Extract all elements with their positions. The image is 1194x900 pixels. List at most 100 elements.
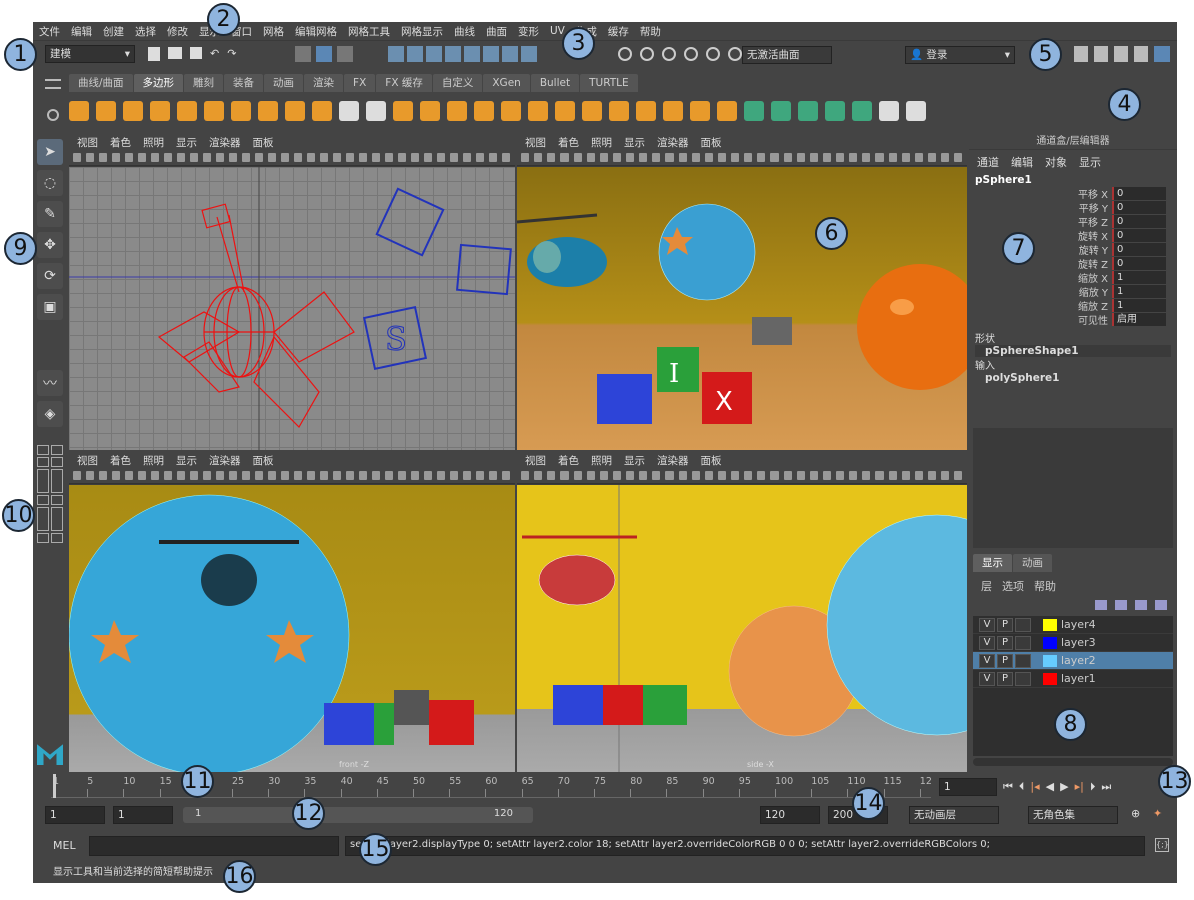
shelf-tool-28-icon[interactable] bbox=[825, 101, 845, 121]
input-node[interactable]: polySphere1 bbox=[969, 372, 1177, 384]
anim-layer-selector[interactable]: 无动画层 bbox=[909, 806, 999, 824]
attribute-value[interactable]: 1 bbox=[1112, 298, 1166, 312]
viewport-tool-18-icon[interactable] bbox=[757, 153, 766, 162]
shelf-tool-26-icon[interactable] bbox=[771, 101, 791, 121]
shelf-settings-icon[interactable] bbox=[47, 109, 59, 121]
shelf-tool-2-icon[interactable] bbox=[123, 101, 143, 121]
sculpt-brush-icon[interactable]: 〰 bbox=[37, 370, 63, 396]
attribute-row[interactable]: 旋转 X 0 bbox=[969, 228, 1177, 243]
viewport-tool-15-icon[interactable] bbox=[268, 471, 276, 480]
attribute-row[interactable]: 平移 Y 0 bbox=[969, 200, 1177, 215]
new-layer-selected-icon[interactable] bbox=[1155, 600, 1167, 610]
viewport-tool-21-icon[interactable] bbox=[796, 153, 805, 162]
layout-four-icon[interactable] bbox=[51, 445, 63, 455]
viewport-tool-9-icon[interactable] bbox=[190, 153, 198, 162]
layer-row[interactable]: V Player2 bbox=[973, 652, 1173, 670]
viewport-tool-6-icon[interactable] bbox=[151, 471, 159, 480]
viewport-tool-14-icon[interactable] bbox=[704, 471, 713, 480]
viewport-tool-30-icon[interactable] bbox=[463, 471, 471, 480]
open-scene-icon[interactable] bbox=[168, 47, 182, 59]
attribute-value[interactable]: 0 bbox=[1112, 242, 1166, 256]
viewport-tool-26-icon[interactable] bbox=[862, 471, 871, 480]
viewport-tool-7-icon[interactable] bbox=[612, 471, 621, 480]
viewport-tool-16-icon[interactable] bbox=[281, 153, 289, 162]
layer-visibility-toggle[interactable]: V bbox=[979, 635, 995, 650]
viewport-tool-29-icon[interactable] bbox=[901, 153, 910, 162]
step-forward-frame-icon[interactable]: ▸| bbox=[1075, 780, 1084, 794]
viewport-tool-17-icon[interactable] bbox=[744, 471, 753, 480]
viewport-side[interactable]: 视图 着色 照明 显示 渲染器 面板 side -X bbox=[517, 452, 967, 772]
viewport-tool-12-icon[interactable] bbox=[229, 471, 237, 480]
viewport-tool-4-icon[interactable] bbox=[573, 471, 582, 480]
viewport-tool-16-icon[interactable] bbox=[731, 471, 740, 480]
viewport-tool-27-icon[interactable] bbox=[424, 471, 432, 480]
viewport-tool-21-icon[interactable] bbox=[796, 471, 805, 480]
viewport-tool-1-icon[interactable] bbox=[534, 471, 543, 480]
viewport-tool-24-icon[interactable] bbox=[385, 153, 393, 162]
viewport-tool-10-icon[interactable] bbox=[203, 471, 211, 480]
attribute-value[interactable]: 0 bbox=[1112, 256, 1166, 270]
layout-graph-icon[interactable] bbox=[51, 469, 63, 493]
viewport-tool-33-icon[interactable] bbox=[502, 153, 510, 162]
viewport-tool-11-icon[interactable] bbox=[665, 153, 674, 162]
layer-type-toggle[interactable] bbox=[1015, 635, 1031, 650]
viewport-tool-10-icon[interactable] bbox=[652, 471, 661, 480]
shelf-tool-0-icon[interactable] bbox=[69, 101, 89, 121]
shelf-tool-10-icon[interactable] bbox=[339, 101, 359, 121]
step-back-frame-icon[interactable]: |◂ bbox=[1030, 780, 1039, 794]
menu-item-12[interactable]: 曲面 bbox=[486, 24, 507, 39]
viewport-tool-11-icon[interactable] bbox=[665, 471, 674, 480]
viewport-side-canvas[interactable]: side -X bbox=[517, 485, 967, 772]
viewport-tool-1-icon[interactable] bbox=[86, 471, 94, 480]
viewport-tool-30-icon[interactable] bbox=[914, 471, 923, 480]
viewport-tool-19-icon[interactable] bbox=[320, 153, 328, 162]
viewport-menu-item-1[interactable]: 着色 bbox=[110, 135, 131, 150]
viewport-tool-21-icon[interactable] bbox=[346, 153, 354, 162]
viewport-tool-32-icon[interactable] bbox=[941, 153, 950, 162]
shelf-tab-6[interactable]: FX bbox=[344, 74, 376, 92]
layout-f-icon[interactable] bbox=[51, 533, 63, 543]
viewport-front-canvas[interactable]: front -Z bbox=[69, 485, 515, 772]
viewport-tool-30-icon[interactable] bbox=[914, 153, 923, 162]
layer-playback-toggle[interactable]: P bbox=[997, 671, 1013, 686]
viewport-tool-28-icon[interactable] bbox=[888, 153, 897, 162]
viewport-menu-item-4[interactable]: 渲染器 bbox=[657, 135, 689, 150]
move-tool-icon[interactable]: ✥ bbox=[37, 232, 63, 258]
animation-start-field[interactable]: 1 bbox=[45, 806, 105, 824]
viewport-tool-17-icon[interactable] bbox=[294, 471, 302, 480]
viewport-menu-item-5[interactable]: 面板 bbox=[253, 135, 274, 150]
scale-tool-icon[interactable]: ▣ bbox=[37, 294, 63, 320]
shelf-tab-2[interactable]: 雕刻 bbox=[184, 74, 224, 92]
paint-select-tool-icon[interactable]: ✎ bbox=[37, 201, 63, 227]
attribute-value[interactable]: 启用 bbox=[1112, 312, 1166, 326]
goto-end-icon[interactable]: ⏭ bbox=[1101, 780, 1111, 794]
play-backward-icon[interactable]: ◀ bbox=[1046, 780, 1054, 794]
viewport-tool-0-icon[interactable] bbox=[73, 153, 81, 162]
shelf-tool-31-icon[interactable] bbox=[906, 101, 926, 121]
shelf-tab-8[interactable]: 自定义 bbox=[432, 74, 483, 92]
viewport-tool-27-icon[interactable] bbox=[424, 153, 432, 162]
viewport-tool-28-icon[interactable] bbox=[437, 471, 445, 480]
viewport-tool-15-icon[interactable] bbox=[268, 153, 276, 162]
shelf-tool-11-icon[interactable] bbox=[366, 101, 386, 121]
new-layer-icon[interactable] bbox=[1135, 600, 1147, 610]
playback-start-field[interactable]: 1 bbox=[113, 806, 173, 824]
viewport-tool-5-icon[interactable] bbox=[138, 471, 146, 480]
shelf-tool-6-icon[interactable] bbox=[231, 101, 251, 121]
viewport-tool-24-icon[interactable] bbox=[385, 471, 393, 480]
viewport-tool-31-icon[interactable] bbox=[476, 471, 484, 480]
curve-tool-2-icon[interactable] bbox=[640, 47, 654, 61]
viewport-tool-15-icon[interactable] bbox=[717, 153, 726, 162]
viewport-tool-16-icon[interactable] bbox=[731, 153, 740, 162]
viewport-tool-20-icon[interactable] bbox=[333, 471, 341, 480]
menu-item-16[interactable]: 缓存 bbox=[608, 24, 629, 39]
shelf-tool-19-icon[interactable] bbox=[582, 101, 602, 121]
layout-grid-icon[interactable] bbox=[51, 457, 63, 467]
viewport-tool-6-icon[interactable] bbox=[599, 471, 608, 480]
viewport-tool-25-icon[interactable] bbox=[849, 153, 858, 162]
viewport-tool-5-icon[interactable] bbox=[586, 471, 595, 480]
shelf-tool-29-icon[interactable] bbox=[852, 101, 872, 121]
layer-name[interactable]: layer2 bbox=[1061, 654, 1096, 667]
viewport-tool-14-icon[interactable] bbox=[255, 471, 263, 480]
command-language-label[interactable]: MEL bbox=[53, 839, 76, 852]
